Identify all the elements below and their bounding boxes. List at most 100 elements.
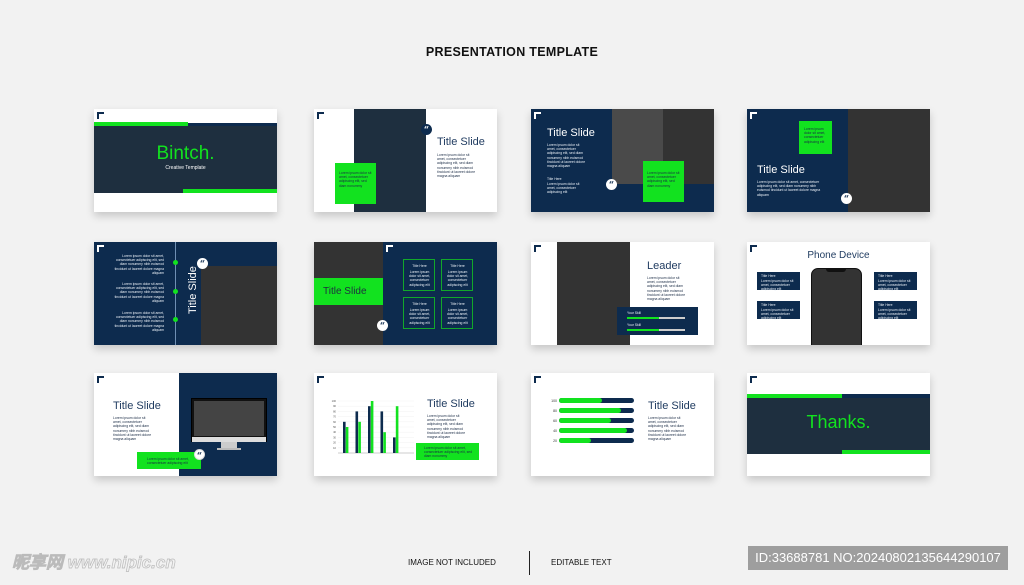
slide-title-2[interactable]: Lorem ipsum dolor sit amet, consectetuer… <box>314 109 497 212</box>
y-tick-label: 80 <box>333 409 336 413</box>
monitor-base <box>217 448 241 450</box>
bar-label: 40 <box>553 429 557 433</box>
box-text: Lorem ipsum dolor sit amet, consectetuer… <box>804 127 826 144</box>
box-text: Lorem ipsum dolor sit amet, consectetuer… <box>761 308 794 321</box>
slide-monitor[interactable]: Title Slide Lorem ipsum dolor sit amet, … <box>94 373 277 476</box>
skill-bar <box>627 329 685 331</box>
text-box: Lorem ipsum dolor sit amet, consectetuer… <box>799 121 832 154</box>
slide-leader[interactable]: Leader Lorem ipsum dolor sit amet, conse… <box>531 242 714 345</box>
progress-fill <box>559 418 611 423</box>
skill-label: Your Skill <box>627 323 642 327</box>
slide-progress[interactable]: 100 80 60 40 20 Title Slide Lorem ipsum dolo… <box>531 373 714 476</box>
quote-icon: “ <box>421 124 432 136</box>
monitor-screen <box>191 398 267 442</box>
bar <box>355 411 359 453</box>
accent-bar <box>183 189 277 193</box>
footer-divider <box>529 551 530 575</box>
corner-mark <box>317 112 324 119</box>
y-tick-label: 90 <box>333 404 336 408</box>
slide-text: Lorem ipsum dolor sit amet, consectetuer… <box>113 416 152 442</box>
slide-phone[interactable]: Phone Device Title Here Lorem ipsum dolor… <box>747 242 930 345</box>
feature-box: Title Here Lorem ipsum dolor sit amet, co… <box>757 272 800 292</box>
box-title: Title Here <box>878 274 893 278</box>
timeline-dot <box>173 260 178 265</box>
page-title: PRESENTATION TEMPLATE <box>425 45 599 59</box>
sub-title: Title Here <box>547 177 562 181</box>
slide-title: Title Slide <box>113 400 161 412</box>
bar-chart: 1020 3040506070 8090100 <box>332 399 414 454</box>
progress-fill <box>559 438 592 443</box>
slide-text: Lorem ipsum dolor sit amet, consectetuer… <box>757 180 821 197</box>
corner-mark <box>97 376 104 383</box>
slide-title-4[interactable]: Lorem ipsum dolor sit amet, consectetuer… <box>747 109 930 212</box>
text-box: Lorem ipsum dolor sit amet, consectetuer… <box>137 452 201 469</box>
progress-track <box>559 398 634 403</box>
bar <box>345 427 349 453</box>
box-text: Lorem ipsum dolor sit amet, consectetuer… <box>761 279 794 292</box>
accent-bar <box>188 123 277 126</box>
progress-track <box>559 428 634 433</box>
corner-mark <box>534 112 541 119</box>
slide-grid[interactable]: Title Slide “ Title Here Lorem ipsum dolo… <box>314 242 497 345</box>
box-text: Lorem ipsum dolor sit amet, consectetuer… <box>446 270 469 287</box>
text-box: Lorem ipsum dolor sit amet, consectetuer… <box>643 161 684 202</box>
box-text: Lorem ipsum dolor sit amet, consectetuer… <box>408 270 431 287</box>
corner-mark <box>97 112 104 119</box>
feature-box: Title Here Lorem ipsum dolor sit amet, co… <box>874 301 917 321</box>
footer-note-right: EDITABLE TEXT <box>551 558 612 567</box>
y-tick-label: 10 <box>333 446 336 450</box>
box-title: Title Here <box>412 302 427 306</box>
timeline-dot <box>173 317 178 322</box>
slide-text: Lorem ipsum dolor sit amet, consectetuer… <box>647 276 686 302</box>
skills-panel: Your Skill Your Skill <box>617 307 698 335</box>
corner-mark <box>750 112 757 119</box>
progress-track <box>559 408 634 413</box>
image-placeholder <box>201 266 277 345</box>
watermark-logo: 昵享网 www.nipic.cn <box>12 553 176 573</box>
slide-text: Lorem ipsum dolor sit amet, consectetuer… <box>547 143 586 169</box>
timeline-text: Lorem ipsum dolor sit amet, consectetuer… <box>114 254 164 275</box>
quote-icon: “ <box>841 193 852 205</box>
corner-mark <box>386 245 393 252</box>
feature-box: Title Here Lorem ipsum dolor sit amet, co… <box>874 272 917 291</box>
y-tick-label: 40 <box>333 430 336 434</box>
slide-title: Title Slide <box>648 400 696 412</box>
box-text: Lorem ipsum dolor sit amet, consectetuer… <box>339 171 372 188</box>
bar <box>383 432 386 453</box>
feature-box: Title Here Lorem ipsum dolor sit amet, co… <box>441 297 473 329</box>
slide-title: Title Slide <box>757 164 805 176</box>
slide-title: Thanks. <box>806 412 871 432</box>
feature-box: Title Here Lorem ipsum dolor sit amet, co… <box>441 259 473 291</box>
progress-track <box>559 438 634 443</box>
bar <box>393 437 396 453</box>
y-tick-label: 20 <box>333 441 336 445</box>
timeline-text: Lorem ipsum dolor sit amet, consectetuer… <box>114 282 164 303</box>
text-box: Lorem ipsum dolor sit amet, consectetuer… <box>416 443 479 460</box>
slide-text: Lorem ipsum dolor sit amet, consectetuer… <box>427 414 466 440</box>
slide-timeline[interactable]: Lorem ipsum dolor sit amet, consectetuer… <box>94 242 277 345</box>
image-id-badge: ID:33688781 NO:20240802135644290107 <box>748 546 1008 570</box>
slide-title: Phone Device <box>807 250 870 261</box>
slide-title: Title Slide <box>427 398 475 410</box>
quote-icon: “ <box>377 320 388 332</box>
box-text: Lorem ipsum dolor sit amet, consectetuer… <box>408 308 431 325</box>
skill-label: Your Skill <box>627 311 642 315</box>
box-text: Lorem ipsum dolor sit amet, consectetuer… <box>446 308 469 325</box>
slide-chart[interactable]: 10 20 30 40 50 60 70 80 90 100 Title Slide Lorem … <box>314 373 497 476</box>
bar <box>380 411 384 453</box>
slide-thanks[interactable]: Thanks. <box>747 373 930 476</box>
slide-subtitle: Creative Template <box>165 165 206 171</box>
progress-track <box>559 418 634 423</box>
image-placeholder <box>848 109 930 212</box>
slide-cover[interactable]: Bintch. Creative Template <box>94 109 277 212</box>
box-text: Lorem ipsum dolor sit amet, consectetuer… <box>878 308 911 321</box>
corner-mark <box>534 245 541 252</box>
bar-label: 60 <box>553 419 557 423</box>
progress-chart: 100 80 60 40 20 <box>549 398 637 449</box>
box-title: Title Here <box>761 303 776 307</box>
quote-icon: “ <box>194 449 205 462</box>
slide-text: Lorem ipsum dolor sit amet, consectetuer… <box>437 153 476 179</box>
bar-label: 20 <box>553 439 557 443</box>
bar-label: 100 <box>551 399 557 403</box>
slide-title-3[interactable]: Lorem ipsum dolor sit amet, consectetuer… <box>531 109 714 212</box>
